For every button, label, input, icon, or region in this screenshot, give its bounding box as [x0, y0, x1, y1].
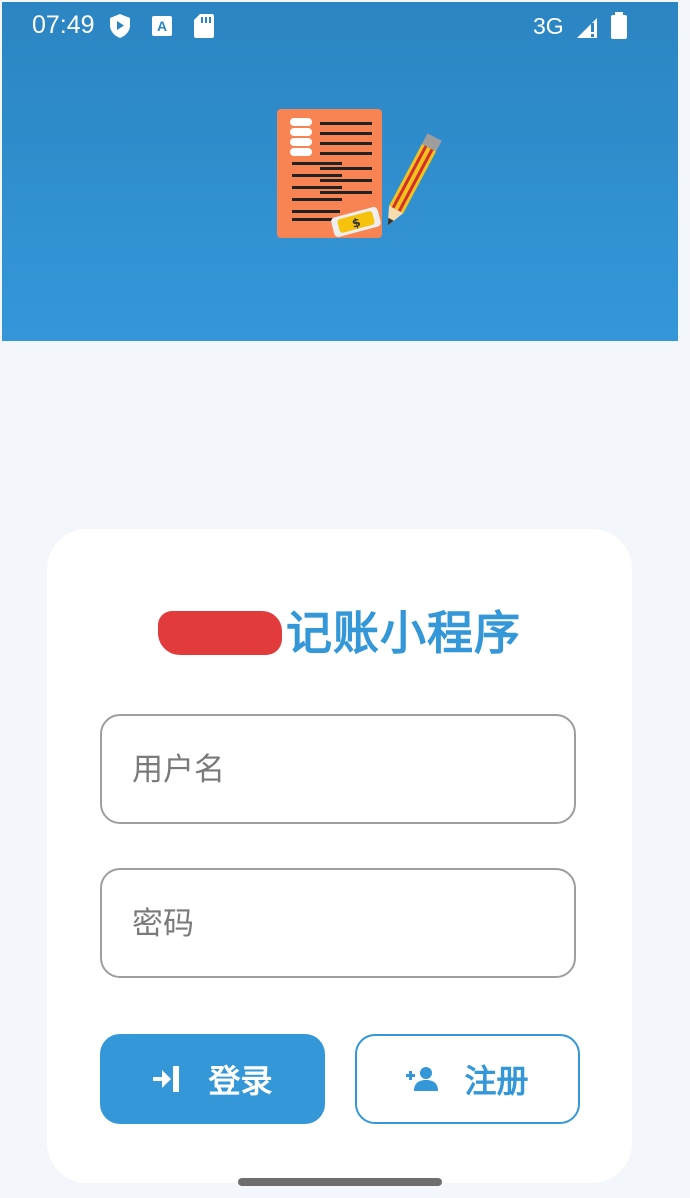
- translate-icon: A: [152, 16, 172, 42]
- password-input[interactable]: [130, 870, 554, 978]
- login-icon: [152, 1065, 182, 1093]
- ledger-pencil-logo: $: [274, 106, 444, 250]
- network-type: 3G: [533, 13, 564, 39]
- login-card: 记账小程序 登录 注册: [47, 529, 632, 1183]
- app-title-text: 记账小程序: [286, 606, 521, 660]
- sd-card-icon: [193, 13, 215, 43]
- app-title: 记账小程序: [47, 597, 632, 663]
- shield-play-icon: [108, 13, 132, 43]
- home-indicator[interactable]: [238, 1178, 442, 1186]
- person-add-icon: [406, 1066, 439, 1092]
- status-bar: 07:49 A 3G: [2, 2, 678, 48]
- header-banner: 07:49 A 3G $: [2, 2, 678, 341]
- signal-icon: [575, 14, 601, 44]
- login-button-label: 登录: [208, 1062, 273, 1100]
- status-time: 07:49: [32, 11, 95, 39]
- battery-icon: [610, 12, 628, 44]
- login-button[interactable]: 登录: [100, 1034, 325, 1124]
- redaction-mark: [158, 611, 282, 655]
- username-input[interactable]: [130, 716, 554, 824]
- username-field[interactable]: [100, 714, 576, 824]
- register-button[interactable]: 注册: [355, 1034, 580, 1124]
- svg-text:A: A: [157, 18, 167, 34]
- register-button-label: 注册: [464, 1062, 529, 1100]
- password-field[interactable]: [100, 868, 576, 978]
